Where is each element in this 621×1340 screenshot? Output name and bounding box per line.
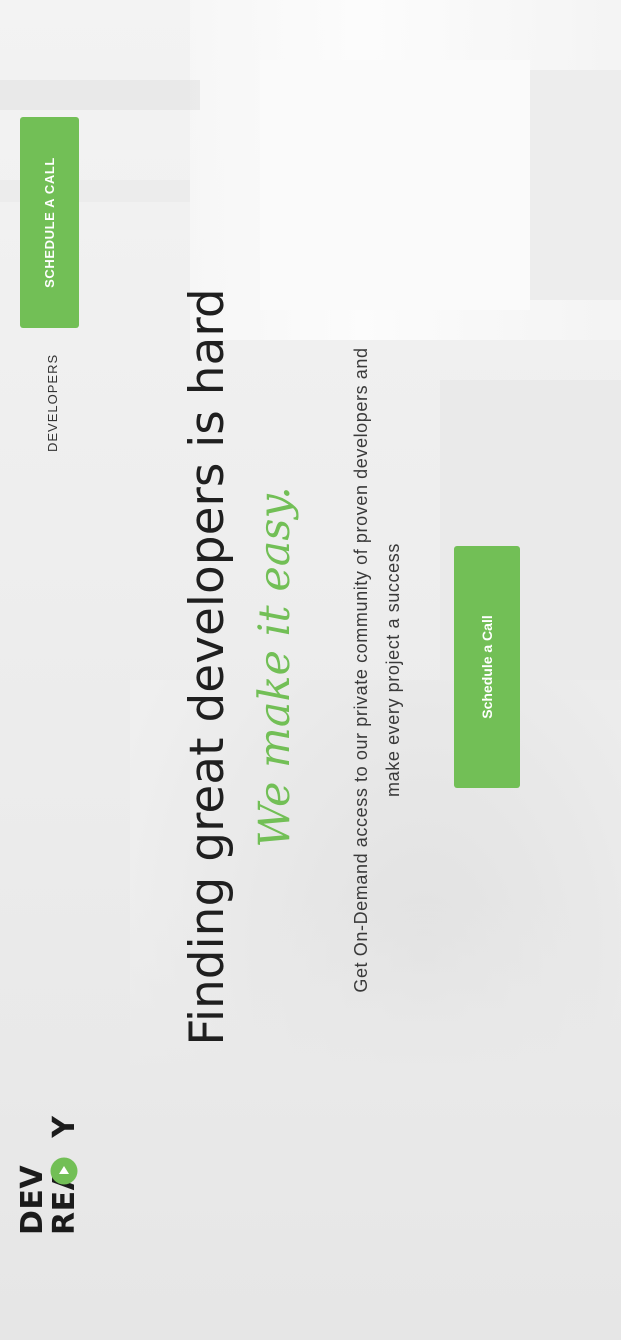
nav-developers-link[interactable]: DEVELOPERS [45,352,60,452]
schedule-call-hero-button[interactable]: Schedule a Call [454,546,520,788]
logo-text-y: Y [47,1115,82,1138]
play-icon [50,1157,78,1185]
schedule-call-hero-label: Schedule a Call [479,615,495,719]
hero-description: Get On-Demand access to our private comm… [351,347,403,993]
hero-headline: Finding great developers is hard [180,288,235,1046]
hero-section: DEV REAY DEVELOPERS SCHEDULE A CALL Find… [0,0,621,1340]
site-logo[interactable]: DEV REAY [15,1115,82,1235]
page: DEV REAY DEVELOPERS SCHEDULE A CALL Find… [0,0,621,1340]
logo-text-dev: DEV [15,1164,50,1235]
schedule-call-nav-label: SCHEDULE A CALL [42,157,57,288]
schedule-call-nav-button[interactable]: SCHEDULE A CALL [20,117,79,328]
hero-tagline: We make it easy. [250,486,300,848]
